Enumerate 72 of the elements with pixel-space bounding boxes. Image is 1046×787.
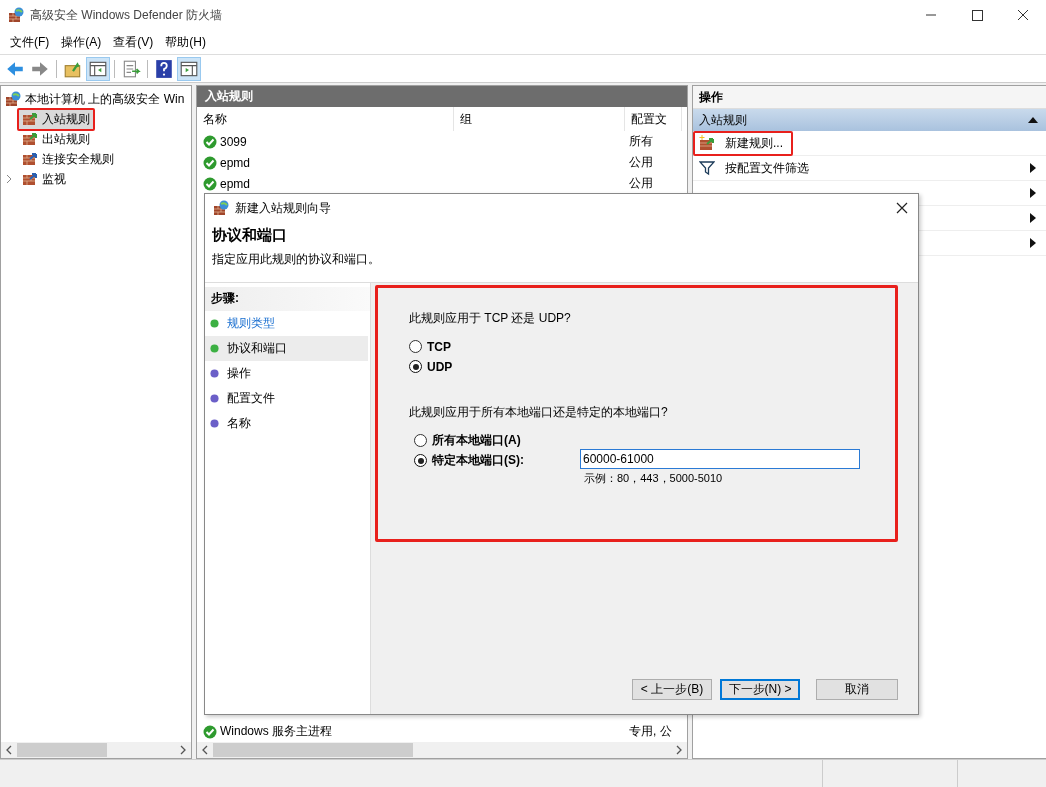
- collapse-arrow-icon[interactable]: [1028, 117, 1038, 123]
- question-text: 此规则应用于所有本地端口还是特定的本地端口?: [409, 404, 669, 421]
- dialog-title: 新建入站规则向导: [235, 199, 331, 217]
- rule-icon: [22, 131, 38, 147]
- expand-chevron-icon[interactable]: [5, 174, 13, 184]
- panel-title: 操作: [693, 86, 1046, 109]
- panel-toggle-icon[interactable]: [87, 57, 109, 80]
- panel-toggle-icon[interactable]: [178, 57, 200, 80]
- wizard-step[interactable]: 规则类型: [205, 311, 368, 336]
- check-icon: [203, 155, 217, 170]
- radio-button[interactable]: [409, 360, 422, 373]
- firewall-icon: [5, 91, 21, 107]
- window-title: 高级安全 Windows Defender 防火墙: [30, 6, 223, 24]
- rule-icon: [22, 151, 38, 167]
- radio-option[interactable]: 所有本地端口(A): [414, 433, 521, 448]
- table-cell-text: 所有: [628, 133, 654, 150]
- firewall-icon: [8, 7, 24, 23]
- panel-title: 入站规则: [197, 86, 687, 107]
- table-cell: 3099: [220, 134, 247, 149]
- table-cell-text: 公用: [628, 175, 654, 192]
- check-icon: [203, 724, 217, 739]
- rule-icon: [22, 171, 38, 187]
- tree-item[interactable]: 入站规则: [17, 107, 95, 131]
- radio-option[interactable]: 特定本地端口(S):: [414, 453, 524, 468]
- rule-icon: [22, 111, 38, 127]
- wizard-step[interactable]: 协议和端口: [205, 336, 368, 361]
- action-item[interactable]: 按配置文件筛选: [693, 155, 819, 181]
- dialog-button[interactable]: < 上一步(B): [632, 679, 712, 700]
- help-icon[interactable]: [153, 57, 175, 80]
- menu-item[interactable]: 帮助(H): [159, 33, 212, 51]
- radio-button[interactable]: [414, 454, 427, 467]
- table-cell: epmd: [220, 155, 251, 170]
- submenu-arrow-icon[interactable]: [1030, 188, 1036, 198]
- horizontal-scrollbar[interactable]: [1, 742, 191, 758]
- new-rule-icon: [699, 135, 715, 151]
- table-cell: Windows 服务主进程: [220, 723, 332, 740]
- radio-button[interactable]: [409, 340, 422, 353]
- submenu-arrow-icon[interactable]: [1030, 213, 1036, 223]
- wizard-step[interactable]: 操作: [205, 361, 368, 386]
- close-icon[interactable]: [896, 202, 908, 214]
- check-icon: [203, 134, 217, 149]
- table-cell: epmd: [220, 176, 251, 191]
- wizard-step[interactable]: 配置文件: [205, 386, 368, 411]
- horizontal-scrollbar[interactable]: [197, 742, 687, 758]
- tree-item[interactable]: 本地计算机 上的高级安全 Win: [25, 90, 185, 108]
- column-header[interactable]: 组: [454, 107, 625, 131]
- submenu-arrow-icon[interactable]: [1030, 163, 1036, 173]
- menu-item[interactable]: 操作(A): [55, 33, 108, 51]
- steps-title: 步骤:: [205, 287, 370, 311]
- table-cell-text: 公用: [628, 154, 654, 171]
- filter-icon: [699, 160, 715, 176]
- column-header[interactable]: 配置文: [625, 107, 682, 131]
- column-header[interactable]: 名称: [197, 107, 454, 131]
- submenu-arrow-icon[interactable]: [1030, 238, 1036, 248]
- radio-button[interactable]: [414, 434, 427, 447]
- menu-item[interactable]: 文件(F): [4, 33, 56, 51]
- port-input-field[interactable]: 60000-61000: [580, 449, 860, 469]
- radio-option[interactable]: TCP: [409, 339, 451, 354]
- page-heading: 协议和端口: [212, 226, 288, 245]
- action-item[interactable]: 新建规则...: [693, 130, 793, 156]
- dialog-button[interactable]: 下一步(N) >: [720, 679, 800, 700]
- radio-option[interactable]: UDP: [409, 359, 453, 374]
- menu-item[interactable]: 查看(V): [107, 33, 160, 51]
- section-header[interactable]: 入站规则: [693, 109, 1046, 131]
- example-hint: 示例：80，443，5000-5010: [583, 471, 724, 486]
- wizard-step[interactable]: 名称: [205, 411, 368, 436]
- dialog-button[interactable]: 取消: [816, 679, 898, 700]
- firewall-icon: [213, 200, 229, 216]
- question-text: 此规则应用于 TCP 还是 UDP?: [409, 310, 572, 327]
- page-subtitle: 指定应用此规则的协议和端口。: [212, 251, 381, 268]
- table-cell-text: 专用, 公: [628, 723, 673, 740]
- check-icon: [203, 176, 217, 191]
